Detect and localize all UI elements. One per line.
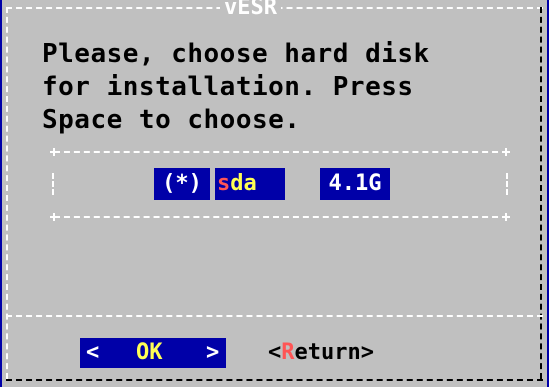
list-corner-tr	[502, 148, 510, 156]
disk-name[interactable]: sda	[215, 168, 285, 200]
return-button-open: <	[268, 340, 282, 365]
list-bottom-border	[54, 216, 508, 218]
list-corner-br	[502, 213, 510, 221]
dialog-message: Please, choose hard disk for installatio…	[42, 39, 430, 135]
dialog-title: vESR	[220, 0, 281, 20]
radio-selected-marker[interactable]: (*)	[154, 168, 210, 200]
ok-button[interactable]: < OK >	[80, 338, 226, 368]
dialog-right-border	[540, 7, 542, 379]
list-left-border	[52, 173, 54, 195]
disk-name-hotkey: s	[217, 171, 231, 196]
list-corner-tl	[50, 148, 58, 156]
return-button[interactable]: <Return>	[268, 338, 374, 368]
list-top-border	[54, 151, 508, 153]
install-disk-dialog: vESR Please, choose hard disk for instal…	[2, 0, 547, 387]
return-button-label: eturn	[294, 340, 361, 365]
ok-button-label: OK	[136, 340, 163, 365]
dialog-left-border	[6, 7, 8, 379]
dialog-bottom-border	[6, 379, 543, 381]
button-separator	[6, 315, 543, 317]
disk-name-rest: da	[230, 171, 257, 196]
list-corner-bl	[50, 213, 58, 221]
return-button-hotkey: R	[281, 340, 295, 365]
list-right-border	[506, 173, 508, 195]
return-button-close: >	[360, 340, 374, 365]
ok-button-left-bracket: <	[86, 340, 100, 365]
ok-button-right-bracket: >	[206, 340, 220, 365]
disk-size[interactable]: 4.1G	[320, 168, 390, 200]
